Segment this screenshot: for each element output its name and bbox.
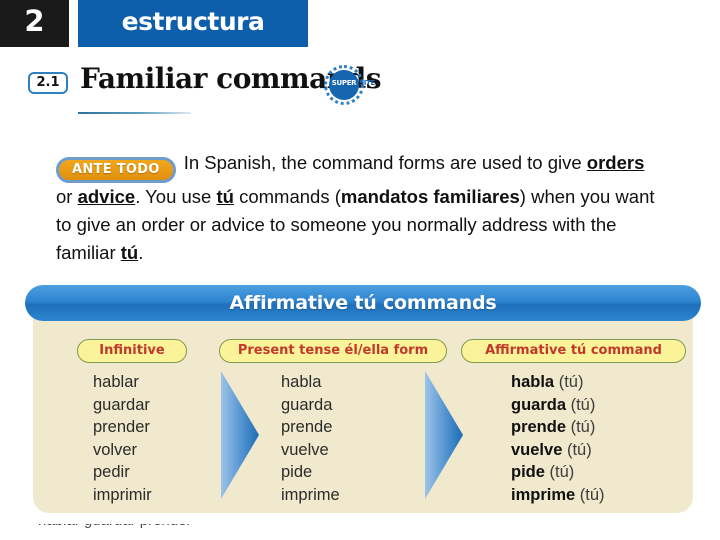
intro-text-2: or <box>56 185 78 207</box>
table-row: habla (tú) <box>511 371 691 394</box>
table-row: prende (tú) <box>511 416 691 439</box>
arrow-right-icon <box>221 371 259 499</box>
table-row: vuelve <box>281 440 329 459</box>
table-row: imprime <box>281 485 340 504</box>
affirmative-tu-commands-table: Affirmative tú commands Infinitive Prese… <box>25 285 701 513</box>
intro-block: ANTE TODO In Spanish, the command forms a… <box>56 130 656 285</box>
section-number: 2.1 <box>36 75 60 90</box>
table-row: volver <box>93 440 138 459</box>
table-row: prende <box>281 418 333 436</box>
supersite-label-primary: SUPER <box>331 79 357 87</box>
column-infinitive-values: hablar guardar prender volver pedir imprimir <box>93 371 223 506</box>
chapter-number-block: 2 <box>0 0 69 47</box>
command-pronoun: (tú) <box>554 373 584 391</box>
command-pronoun: (tú) <box>562 440 592 459</box>
intro-emphasis-orders: orders <box>586 151 645 173</box>
command-form: vuelve <box>511 440 563 459</box>
column-command-values: habla (tú) guarda (tú) prende (tú) vuelve (… <box>511 371 691 506</box>
table-row: habla <box>281 373 322 391</box>
table-content: Infinitive Present tense él/ella form Af… <box>33 309 693 513</box>
intro-emphasis-tu-2: tú <box>120 241 139 263</box>
table-row: pide <box>281 463 313 481</box>
command-pronoun: (tú) <box>566 418 596 436</box>
table-row: hablar <box>93 373 139 391</box>
column-header-command-prefix: Affirmative <box>485 343 571 358</box>
table-row: imprimir <box>93 485 152 504</box>
page-header-band: 2 estructura <box>0 0 720 47</box>
intro-bold-mandatos-familiares: mandatos familiares <box>340 185 520 207</box>
table-row: prender <box>93 418 150 436</box>
estructura-label: estructura <box>121 7 265 36</box>
estructura-band: estructura <box>78 0 308 47</box>
arrow-right-icon <box>425 371 463 499</box>
command-form: prende <box>511 418 567 436</box>
intro-text-3: . You use <box>135 185 217 207</box>
command-form: pide <box>511 463 545 481</box>
title-underline-rule <box>78 112 191 114</box>
intro-text-4: commands ( <box>233 185 341 207</box>
intro-text-6: . <box>138 241 144 263</box>
ante-todo-badge: ANTE TODO <box>56 156 176 183</box>
column-header-affirmative-command: Affirmative tú command <box>461 339 686 363</box>
table-row: pide (tú) <box>511 461 691 484</box>
table-row: guarda <box>281 395 333 414</box>
supersite-label-secondary: SITE <box>359 79 376 87</box>
command-pronoun: (tú) <box>575 485 605 504</box>
table-row: guardar <box>93 395 150 414</box>
bottom-cutoff-text: hablar guardar prender <box>38 524 438 540</box>
table-row: guarda (tú) <box>511 394 691 417</box>
bottom-cutoff-text-inner: hablar guardar prender <box>38 524 438 528</box>
column-header-command-emphasis: tú <box>570 343 587 358</box>
chapter-number: 2 <box>24 4 45 38</box>
intro-emphasis-advice: advice <box>77 185 136 207</box>
table-row: imprime (tú) <box>511 484 691 507</box>
table-row: pedir <box>93 463 130 481</box>
command-form: habla <box>511 373 555 391</box>
column-header-present-tense: Present tense él/ella form <box>219 339 447 363</box>
command-pronoun: (tú) <box>544 463 575 481</box>
column-header-command-suffix: command <box>586 343 662 358</box>
column-header-infinitive: Infinitive <box>77 339 187 363</box>
table-row: vuelve (tú) <box>511 439 691 462</box>
column-present-values: habla guarda prende vuelve pide imprime <box>281 371 431 506</box>
command-form: imprime <box>511 485 576 504</box>
intro-paragraph: ANTE TODO In Spanish, the command forms a… <box>56 149 656 267</box>
intro-text-1: In Spanish, the command forms are used t… <box>183 151 587 173</box>
supersite-badge[interactable]: SUPER SITE <box>324 65 390 105</box>
command-form: guarda <box>511 395 567 414</box>
section-number-box: 2.1 <box>28 72 68 94</box>
intro-emphasis-tu-1: tú <box>216 185 234 207</box>
command-pronoun: (tú) <box>566 395 596 414</box>
